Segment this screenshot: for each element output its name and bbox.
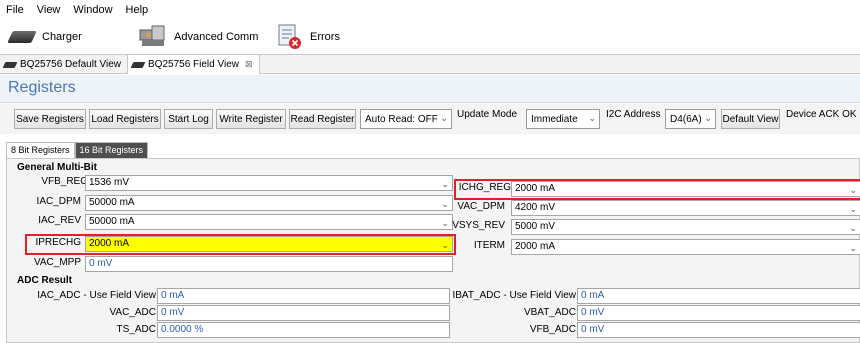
update-mode-select[interactable]: Immediate ⌄ — [526, 109, 600, 129]
general-multi-bit-title: General Multi-Bit — [17, 162, 98, 173]
page-title: Registers — [8, 79, 76, 96]
vsys-rev-value: 5000 mV — [515, 221, 556, 232]
tab-default-view[interactable]: BQ25756 Default View — [0, 55, 128, 74]
iac-rev-label: IAC_REV — [38, 215, 81, 226]
save-registers-button[interactable]: Save Registers — [14, 109, 86, 129]
advanced-comm-button[interactable]: Advanced Comm — [138, 22, 258, 52]
ts-adc-label: TS_ADC — [116, 324, 156, 335]
vac-mpp-label: VAC_MPP — [33, 257, 81, 268]
errors-icon — [276, 23, 304, 51]
register-width-tabs: 8 Bit Registers 16 Bit Registers — [6, 142, 149, 158]
vbat-adc-label: VBAT_ADC — [523, 307, 576, 318]
i2c-address-select[interactable]: D4(6A) ⌄ — [665, 109, 716, 129]
iac-adc-field: 0 mA — [157, 288, 450, 304]
vac-dpm-select[interactable]: 4200 mV ⌄ — [511, 200, 860, 216]
vfb-adc-label: VFB_ADC — [529, 324, 576, 335]
iac-dpm-label: IAC_DPM — [36, 196, 81, 207]
menu-help[interactable]: Help — [126, 4, 149, 16]
read-register-button[interactable]: Read Register — [289, 109, 356, 129]
default-view-button[interactable]: Default View — [721, 109, 780, 129]
charger-icon — [2, 61, 18, 68]
menu-view[interactable]: View — [37, 4, 61, 16]
iac-rev-value: 50000 mA — [89, 216, 135, 227]
advanced-comm-icon — [138, 24, 168, 50]
chevron-down-icon: ⌄ — [440, 113, 448, 123]
update-mode-value: Immediate — [531, 113, 578, 125]
device-status: Device ACK OK — [786, 109, 857, 120]
vac-adc-label: VAC_ADC — [109, 307, 157, 318]
advanced-comm-label: Advanced Comm — [174, 31, 259, 43]
iterm-label: ITERM — [473, 240, 505, 251]
close-tab-icon[interactable]: ⊠ — [245, 59, 253, 70]
ibat-adc-field: 0 mA — [577, 288, 860, 304]
vsys-rev-select[interactable]: 5000 mV ⌄ — [511, 219, 860, 235]
chevron-down-icon: ⌄ — [849, 243, 857, 253]
registers-panel: General Multi-Bit VFB_REG 1536 mV ⌄ IAC_… — [6, 158, 860, 343]
page-header: Registers — [0, 75, 860, 103]
register-controls: Save Registers Load Registers Start Log … — [0, 104, 860, 134]
vfb-reg-select[interactable]: 1536 mV ⌄ — [85, 175, 453, 191]
vfb-adc-field: 0 mV — [577, 322, 860, 338]
menu-bar: File View Window Help — [0, 0, 860, 20]
start-log-button[interactable]: Start Log — [164, 109, 213, 129]
charger-label: Charger — [42, 31, 82, 43]
errors-label: Errors — [310, 31, 340, 43]
tab-field-view-label: BQ25756 Field View — [148, 59, 239, 70]
charger-icon — [7, 31, 37, 43]
tab-16-bit-registers[interactable]: 16 Bit Registers — [74, 142, 149, 158]
vac-adc-field: 0 mV — [157, 305, 450, 321]
tab-default-view-label: BQ25756 Default View — [20, 59, 121, 70]
tab-8-bit-registers[interactable]: 8 Bit Registers — [6, 142, 75, 158]
chevron-down-icon: ⌄ — [588, 113, 596, 123]
menu-file[interactable]: File — [6, 4, 24, 16]
view-tabs: BQ25756 Default View BQ25756 Field View … — [0, 54, 860, 74]
tab-field-view[interactable]: BQ25756 Field View ⊠ — [128, 55, 260, 74]
ts-adc-field: 0.0000 % — [157, 322, 450, 338]
iterm-select[interactable]: 2000 mA ⌄ — [511, 239, 860, 255]
iac-rev-select[interactable]: 50000 mA ⌄ — [85, 214, 453, 230]
write-register-button[interactable]: Write Register — [216, 109, 286, 129]
vfb-reg-value: 1536 mV — [89, 177, 130, 188]
chevron-down-icon: ⌄ — [704, 113, 712, 123]
chevron-down-icon: ⌄ — [849, 223, 857, 233]
load-registers-button[interactable]: Load Registers — [89, 109, 161, 129]
i2c-address-label: I2C Address — [606, 109, 661, 120]
chevron-down-icon: ⌄ — [441, 218, 449, 228]
charger-icon — [130, 61, 146, 68]
auto-read-value: Auto Read: OFF — [365, 113, 438, 125]
auto-read-select[interactable]: Auto Read: OFF ⌄ — [360, 109, 452, 129]
chevron-down-icon: ⌄ — [441, 199, 449, 209]
vac-dpm-value: 4200 mV — [515, 202, 556, 213]
vbat-adc-field: 0 mV — [577, 305, 860, 321]
adc-result-title: ADC Result — [17, 275, 73, 286]
vfb-reg-label: VFB_REG — [41, 176, 88, 187]
vac-mpp-field: 0 mV — [85, 256, 453, 272]
ibat-adc-label: IBAT_ADC - Use Field View — [452, 290, 576, 301]
chevron-down-icon: ⌄ — [441, 179, 449, 189]
iac-adc-label: IAC_ADC - Use Field View — [37, 290, 156, 301]
menu-window[interactable]: Window — [73, 4, 112, 16]
vac-dpm-label: VAC_DPM — [457, 201, 505, 212]
iprechg-highlight — [25, 234, 456, 255]
vsys-rev-label: VSYS_REV — [452, 220, 505, 231]
i2c-address-value: D4(6A) — [670, 113, 702, 125]
iterm-value: 2000 mA — [515, 241, 556, 252]
charger-button[interactable]: Charger — [7, 22, 82, 52]
ichg-reg-highlight — [454, 179, 860, 200]
update-mode-label: Update Mode — [457, 109, 518, 120]
iac-dpm-select[interactable]: 50000 mA ⌄ — [85, 195, 453, 211]
chevron-down-icon: ⌄ — [849, 204, 857, 214]
iac-dpm-value: 50000 mA — [89, 197, 135, 208]
errors-button[interactable]: Errors — [276, 22, 340, 52]
main-toolbar: Charger Advanced Comm Errors — [0, 20, 860, 54]
